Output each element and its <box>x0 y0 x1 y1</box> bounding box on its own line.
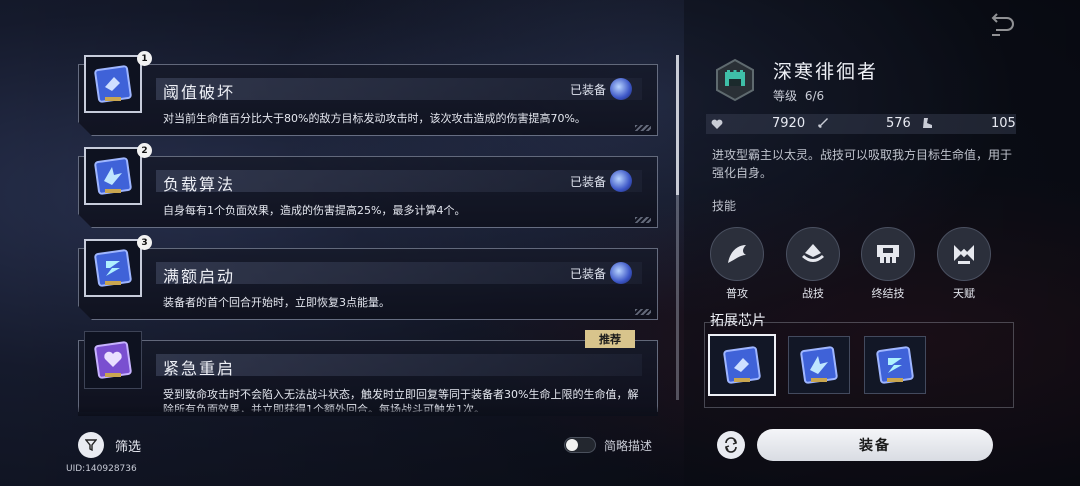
character-level: 等级 6/6 <box>773 87 824 104</box>
sword-icon <box>818 118 828 128</box>
equip-button-label: 装备 <box>859 438 891 454</box>
chip-icon <box>800 346 838 384</box>
level-label: 等级 <box>773 89 798 103</box>
chip-icon <box>94 249 132 287</box>
toggle-knob <box>566 439 578 451</box>
skill-label: 战技 <box>802 287 824 300</box>
equipped-character-icon <box>610 78 632 100</box>
character-description: 进攻型霸主以太灵。战技可以吸取我方目标生命值，用于强化自身。 <box>712 148 1013 180</box>
equipped-character-icon <box>610 262 632 284</box>
character-name: 深寒徘徊者 <box>773 61 879 83</box>
skill-label: 天赋 <box>953 287 975 300</box>
stat-spd-value: 105 <box>991 116 1016 131</box>
chip-index-badge: 2 <box>137 143 152 158</box>
equipped-label: 已装备 <box>569 83 606 97</box>
filter-icon <box>78 432 104 458</box>
skill-battle[interactable]: 战技 <box>785 227 841 301</box>
filter-label: 筛选 <box>115 440 142 455</box>
chip-thumbnail[interactable] <box>84 239 142 297</box>
skill-basic-attack[interactable]: 普攻 <box>709 227 765 301</box>
recommend-tag: 推荐 <box>585 330 635 348</box>
boot-icon <box>923 118 932 128</box>
uid-text: UID:140928736 <box>66 464 137 474</box>
brief-toggle[interactable] <box>564 437 596 453</box>
swap-icon <box>724 437 738 453</box>
chip-name: 负载算法 <box>163 175 236 194</box>
stat-atk-value: 576 <box>886 116 911 131</box>
expansion-chip-slot-3[interactable] <box>864 336 926 394</box>
skill-label: 普攻 <box>726 287 748 300</box>
chip-icon <box>94 65 132 103</box>
chip-description: 对当前生命值百分比大于80%的敌方目标发动攻击时，该次攻击造成的伤害提高70%。 <box>163 112 586 125</box>
chip-icon <box>94 157 132 195</box>
character-avatar <box>713 58 757 102</box>
expansion-chip-slot-1[interactable] <box>708 334 776 396</box>
stat-hp-value: 7920 <box>772 116 806 131</box>
brief-label: 简略描述 <box>604 439 653 453</box>
stats-row <box>706 114 1016 134</box>
equipped-label: 已装备 <box>569 267 606 281</box>
list-fade <box>78 406 658 416</box>
chip-description: 自身每有1个负面效果，造成的伤害提高25%，最多计算4个。 <box>163 204 466 217</box>
chip-index-badge: 1 <box>137 51 152 66</box>
skills-heading: 技能 <box>712 199 737 213</box>
chip-icon <box>94 341 132 379</box>
chip-name: 阈值破坏 <box>163 83 236 102</box>
filter-button[interactable]: 筛选 <box>78 432 158 458</box>
equipped-label: 已装备 <box>569 175 606 189</box>
battle-skill-icon <box>802 244 824 262</box>
expansion-chip-slot-2[interactable] <box>788 336 850 394</box>
chip-thumbnail[interactable] <box>84 331 142 389</box>
swap-character-button[interactable] <box>717 431 745 459</box>
equipped-character-icon <box>610 170 632 192</box>
chip-icon <box>876 346 914 384</box>
chip-name: 满额启动 <box>163 267 236 286</box>
finisher-icon <box>877 245 899 263</box>
chip-thumbnail[interactable] <box>84 147 142 205</box>
chip-name: 紧急重启 <box>163 359 236 378</box>
skill-talent[interactable]: 天赋 <box>936 227 992 301</box>
chip-description: 装备者的首个回合开始时，立即恢复3点能量。 <box>163 296 390 309</box>
basic-attack-icon <box>728 245 746 263</box>
chip-thumbnail[interactable] <box>84 55 142 113</box>
equip-button[interactable]: 装备 <box>757 429 993 461</box>
heart-icon <box>711 119 723 129</box>
skill-label: 终结技 <box>871 287 905 300</box>
skill-finisher[interactable]: 终结技 <box>860 227 916 301</box>
chip-index-badge: 3 <box>137 235 152 250</box>
level-value: 6/6 <box>804 89 825 103</box>
chip-icon <box>723 346 761 384</box>
scrollbar-thumb[interactable] <box>676 55 679 195</box>
character-crest-icon <box>716 58 754 102</box>
talent-icon <box>954 245 974 264</box>
